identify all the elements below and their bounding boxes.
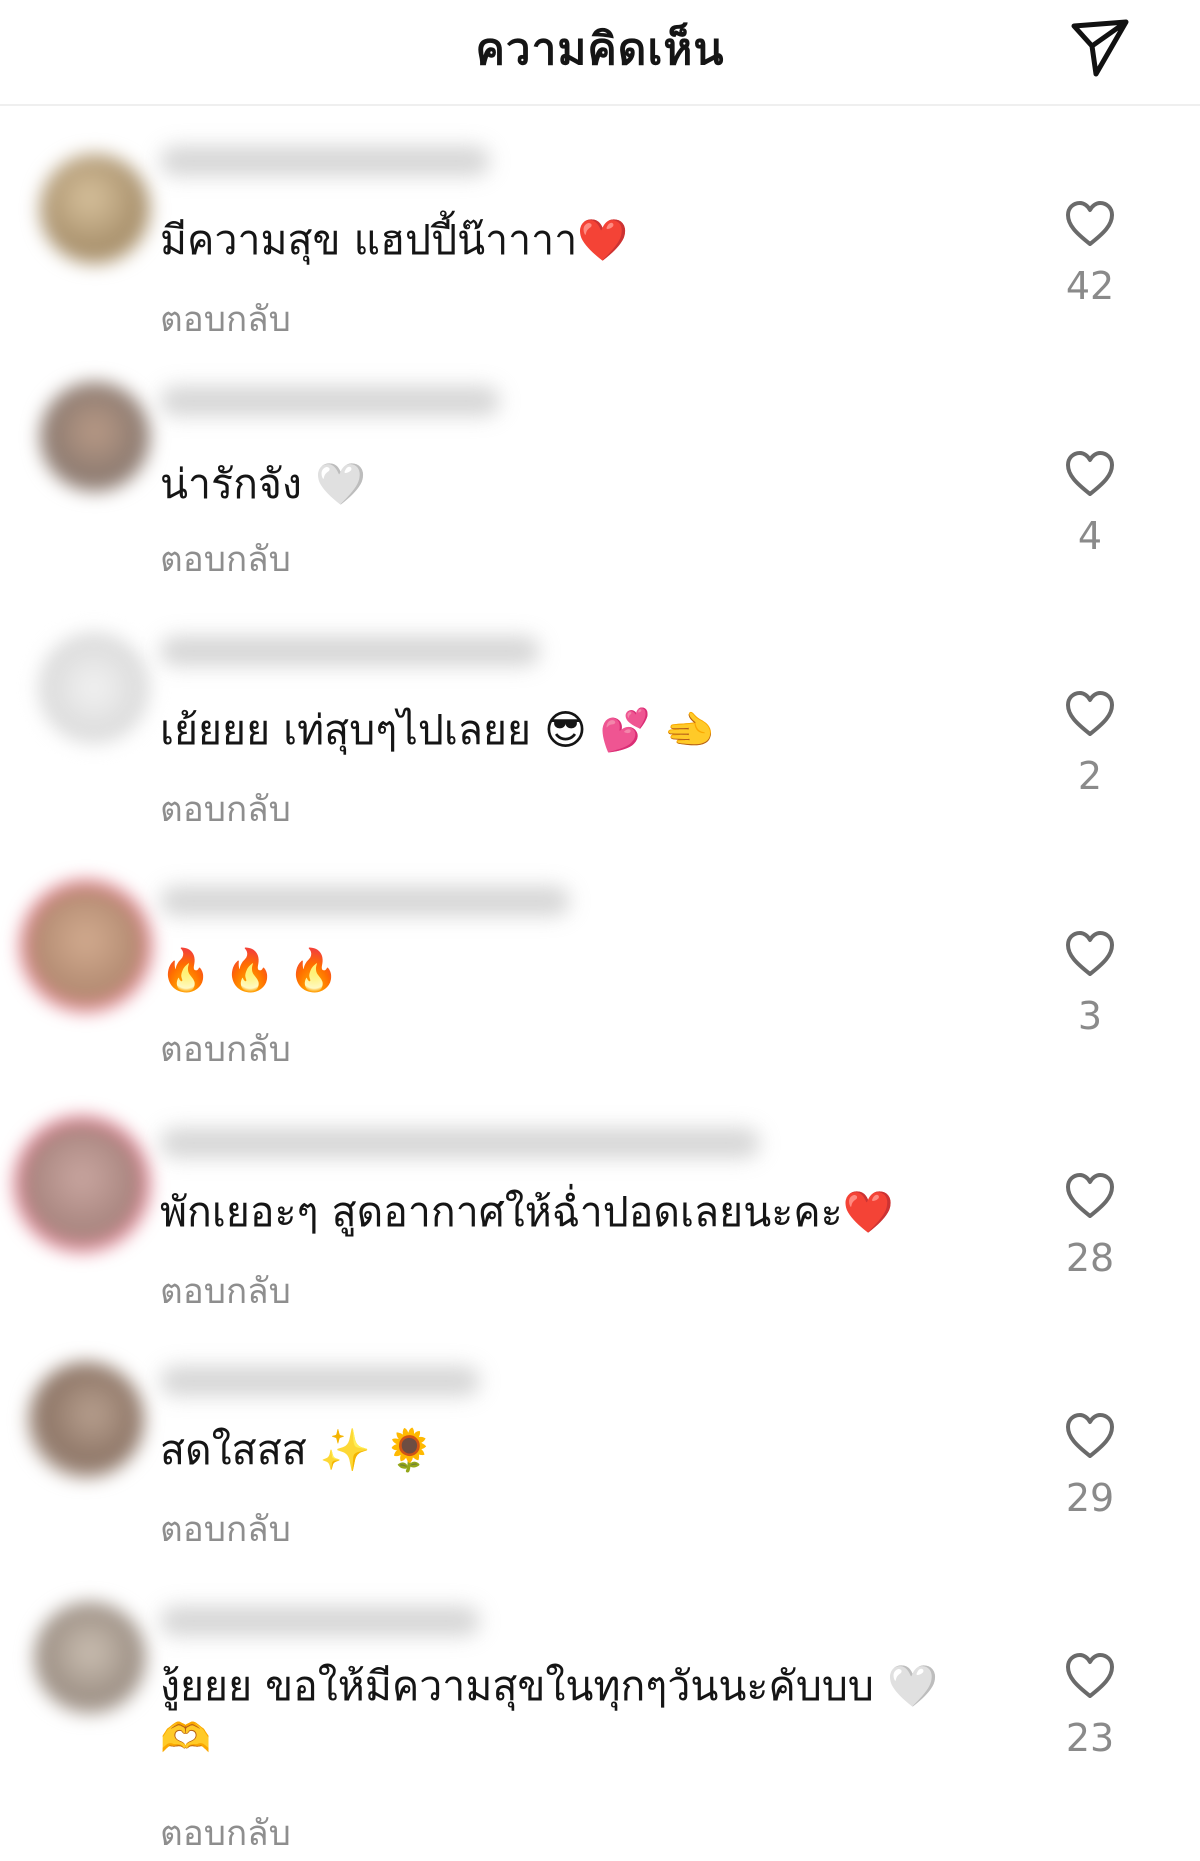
username[interactable] — [160, 886, 570, 916]
avatar[interactable] — [34, 1602, 146, 1714]
heart-icon — [1066, 691, 1114, 736]
username[interactable] — [160, 386, 500, 416]
heart-icon — [1066, 451, 1114, 496]
like-button[interactable]: 3 — [1035, 928, 1145, 1038]
username[interactable] — [160, 636, 540, 666]
comment-item: งู้ยยย ขอให้มีความสุขในทุกๆวันนะคับบบ 🤍 … — [0, 1556, 1200, 1856]
avatar[interactable] — [40, 154, 150, 264]
like-button[interactable]: 28 — [1035, 1170, 1145, 1280]
like-count: 28 — [1065, 1236, 1115, 1280]
username[interactable] — [160, 1366, 480, 1396]
comments-header: ความคิดเห็น — [0, 0, 1200, 106]
page-title: ความคิดเห็น — [475, 24, 725, 75]
avatar[interactable] — [28, 1362, 144, 1478]
comment-text: มีความสุข แฮปปี้น๊าาาา❤️ — [160, 216, 629, 264]
heart-icon — [1066, 201, 1114, 246]
like-button[interactable]: 2 — [1035, 688, 1145, 798]
comment-text: น่ารักจัง 🤍 — [160, 460, 367, 508]
comment-item: สดใสสส ✨ 🌻 ตอบกลับ 29 — [0, 1316, 1200, 1556]
avatar[interactable] — [26, 886, 146, 1006]
like-button[interactable]: 42 — [1035, 198, 1145, 308]
reply-button[interactable]: ตอบกลับ — [160, 1264, 291, 1319]
comment-item: 🔥 🔥 🔥 ตอบกลับ 3 — [0, 826, 1200, 1070]
username[interactable] — [160, 1606, 480, 1636]
like-count: 4 — [1077, 514, 1103, 558]
username[interactable] — [160, 146, 490, 176]
avatar[interactable] — [38, 632, 150, 744]
comment-item: มีความสุข แฮปปี้น๊าาาา❤️ ตอบกลับ 42 — [0, 106, 1200, 346]
send-button[interactable] — [1060, 8, 1140, 88]
like-button[interactable]: 29 — [1035, 1410, 1145, 1520]
comment-item: น่ารักจัง 🤍 ตอบกลับ 4 — [0, 346, 1200, 586]
reply-button[interactable]: ตอบกลับ — [160, 532, 291, 587]
reply-button[interactable]: ตอบกลับ — [160, 1806, 291, 1861]
reply-button[interactable]: ตอบกลับ — [160, 292, 291, 347]
like-count: 2 — [1077, 754, 1103, 798]
heart-icon — [1066, 1653, 1114, 1698]
like-count: 23 — [1065, 1716, 1115, 1760]
comment-item: พักเยอะๆ สูดอากาศให้ฉ่ำปอดเลยนะคะ❤️ ตอบก… — [0, 1066, 1200, 1316]
like-count: 29 — [1065, 1476, 1115, 1520]
like-button[interactable]: 23 — [1035, 1650, 1145, 1760]
username[interactable] — [160, 1128, 760, 1158]
comment-text: 🔥 🔥 🔥 — [160, 946, 340, 994]
paper-plane-icon — [1071, 19, 1129, 77]
avatar[interactable] — [20, 1122, 144, 1246]
avatar[interactable] — [40, 382, 150, 492]
comment-text: พักเยอะๆ สูดอากาศให้ฉ่ำปอดเลยนะคะ❤️ — [160, 1188, 894, 1236]
comment-text: งู้ยยย ขอให้มีความสุขในทุกๆวันนะคับบบ 🤍 … — [160, 1662, 938, 1762]
reply-button[interactable]: ตอบกลับ — [160, 1502, 291, 1557]
like-button[interactable]: 4 — [1035, 448, 1145, 558]
like-count: 3 — [1077, 994, 1103, 1038]
heart-icon — [1066, 1413, 1114, 1458]
comment-item: เย้ยยย เท่สุบๆไปเลยย 😎 💕 🫲 ตอบกลับ 2 — [0, 586, 1200, 830]
heart-icon — [1066, 931, 1114, 976]
comment-text: เย้ยยย เท่สุบๆไปเลยย 😎 💕 🫲 — [160, 706, 716, 754]
like-count: 42 — [1065, 264, 1115, 308]
heart-icon — [1066, 1173, 1114, 1218]
comment-text: สดใสสส ✨ 🌻 — [160, 1426, 435, 1474]
